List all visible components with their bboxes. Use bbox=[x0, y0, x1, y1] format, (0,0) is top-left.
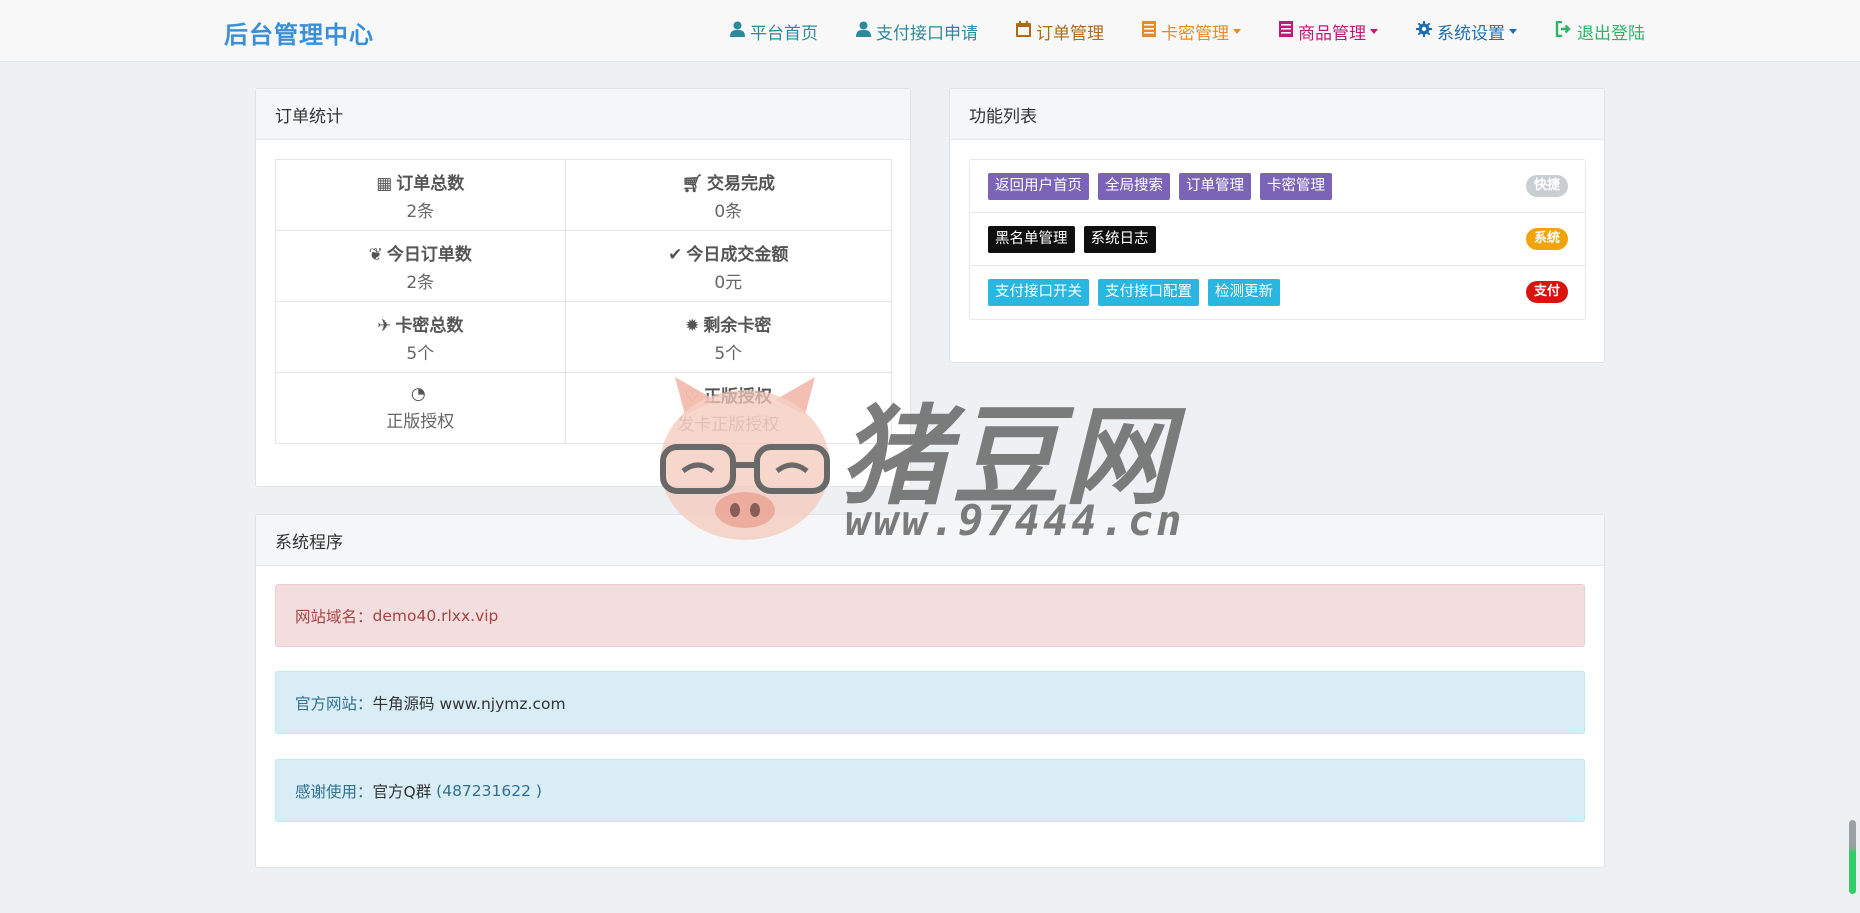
nav-item-products[interactable]: 商品管理 bbox=[1279, 19, 1378, 44]
stat-value: 0元 bbox=[714, 272, 743, 293]
stat-cell-today-amount: ✔ 今日成交金额 0元 bbox=[564, 230, 893, 302]
badge-system: 系统 bbox=[1525, 228, 1568, 250]
user-icon bbox=[856, 21, 871, 41]
stat-label: 剩余卡密 bbox=[703, 315, 772, 336]
btn-order-management[interactable]: 订单管理 bbox=[1179, 172, 1251, 200]
stat-value: 5个 bbox=[714, 343, 743, 364]
calendar-icon bbox=[1016, 21, 1031, 41]
stat-label: 交易完成 bbox=[707, 173, 776, 194]
leaf-icon: ❦ bbox=[368, 244, 383, 265]
stat-label: 订单总数 bbox=[396, 173, 465, 194]
nav-label: 订单管理 bbox=[1036, 23, 1104, 44]
btn-return-user-home[interactable]: 返回用户首页 bbox=[988, 172, 1089, 200]
function-list: 返回用户首页 全局搜索 订单管理 卡密管理 快捷 黑名单管理 系统日志 系统 支… bbox=[969, 159, 1586, 320]
chevron-down-icon bbox=[1509, 28, 1517, 34]
btn-check-update[interactable]: 检测更新 bbox=[1208, 279, 1280, 306]
btn-blacklist-management[interactable]: 黑名单管理 bbox=[988, 225, 1075, 253]
thanks-alert: 感谢使用： 官方Q群 (487231622 ) bbox=[275, 759, 1585, 822]
stat-label: 今日成交金额 bbox=[686, 244, 789, 265]
chevron-down-icon bbox=[1370, 28, 1378, 34]
page-scrollbar[interactable] bbox=[1849, 820, 1856, 894]
stat-value: 正版授权 bbox=[386, 412, 455, 432]
nav-label: 退出登陆 bbox=[1577, 23, 1645, 44]
badge-shortcut: 快捷 bbox=[1525, 175, 1568, 197]
top-navbar: 后台管理中心 平台首页 支付接口申请 订单管理 卡密管理 商品管理 系统设置 退… bbox=[0, 0, 1860, 62]
btn-system-log[interactable]: 系统日志 bbox=[1083, 225, 1156, 253]
domain-value: demo40.rlxx.vip bbox=[372, 606, 499, 625]
logout-icon bbox=[1555, 20, 1572, 41]
thanks-label: 感谢使用： bbox=[295, 782, 373, 801]
nav-item-logout[interactable]: 退出登陆 bbox=[1555, 19, 1645, 44]
stat-label: 卡密总数 bbox=[395, 315, 464, 336]
domain-label: 网站域名： bbox=[295, 607, 373, 626]
nav-label: 卡密管理 bbox=[1161, 23, 1229, 44]
order-stats-panel: 订单统计 ▦ 订单总数 2条 🛒︎ 交易完成 0条 ❦ 今日订单数 2条 ✔ 今日成交金… bbox=[255, 88, 911, 487]
list-icon bbox=[1142, 21, 1156, 41]
list-icon bbox=[1279, 21, 1293, 41]
site-label: 官方网站： bbox=[295, 694, 373, 713]
domain-alert: 网站域名： demo40.rlxx.vip bbox=[275, 584, 1585, 647]
heart-icon: ♡ bbox=[684, 386, 700, 407]
order-stats-table: ▦ 订单总数 2条 🛒︎ 交易完成 0条 ❦ 今日订单数 2条 ✔ 今日成交金额 0元 … bbox=[275, 159, 893, 444]
stat-label: 正版授权 bbox=[703, 386, 772, 407]
stat-cell-today-orders: ❦ 今日订单数 2条 bbox=[275, 230, 566, 302]
btn-global-search[interactable]: 全局搜索 bbox=[1098, 172, 1170, 200]
nav-item-system-settings[interactable]: 系统设置 bbox=[1416, 19, 1517, 44]
dashboard-icon: ◔ bbox=[410, 384, 426, 404]
user-icon bbox=[730, 21, 745, 41]
stat-value: 2条 bbox=[406, 201, 435, 222]
main-nav: 平台首页 支付接口申请 订单管理 卡密管理 商品管理 系统设置 退出登陆 bbox=[692, 0, 1645, 62]
qq-group-label: 官方Q群 bbox=[372, 782, 432, 801]
function-list-panel: 功能列表 返回用户首页 全局搜索 订单管理 卡密管理 快捷 黑名单管理 系统日志… bbox=[949, 88, 1605, 363]
panel-title: 系统程序 bbox=[256, 515, 1604, 566]
nav-item-payment-apply[interactable]: 支付接口申请 bbox=[856, 19, 978, 44]
nav-label: 系统设置 bbox=[1437, 23, 1505, 44]
brand-title[interactable]: 后台管理中心 bbox=[224, 15, 374, 50]
stat-value: 0条 bbox=[714, 201, 743, 222]
nav-item-card-keys[interactable]: 卡密管理 bbox=[1142, 19, 1241, 44]
nav-label: 商品管理 bbox=[1298, 23, 1366, 44]
stat-cell-remaining-cards: ✹ 剩余卡密 5个 bbox=[564, 301, 893, 373]
nav-item-platform-home[interactable]: 平台首页 bbox=[730, 19, 818, 44]
panel-title: 订单统计 bbox=[256, 89, 910, 140]
panel-title: 功能列表 bbox=[950, 89, 1604, 140]
function-row-shortcut: 返回用户首页 全局搜索 订单管理 卡密管理 快捷 bbox=[970, 160, 1585, 213]
qq-group-number[interactable]: (487231622 ) bbox=[436, 782, 542, 800]
official-site-alert: 官方网站： 牛角源码 www.njymz.com bbox=[275, 671, 1585, 734]
site-value[interactable]: 牛角源码 www.njymz.com bbox=[373, 692, 566, 714]
cart-icon: 🛒︎ bbox=[681, 173, 704, 194]
sun-icon: ✹ bbox=[685, 315, 700, 336]
btn-payment-config[interactable]: 支付接口配置 bbox=[1098, 279, 1199, 306]
check-icon: ✔ bbox=[668, 244, 683, 265]
function-row-system: 黑名单管理 系统日志 系统 bbox=[970, 213, 1585, 266]
stat-cell-completed: 🛒︎ 交易完成 0条 bbox=[564, 159, 893, 231]
plane-icon: ✈ bbox=[377, 315, 392, 336]
btn-payment-switch[interactable]: 支付接口开关 bbox=[988, 279, 1089, 306]
gear-icon bbox=[1416, 21, 1432, 41]
stat-value: 发卡正版授权 bbox=[677, 414, 780, 435]
chevron-down-icon bbox=[1233, 28, 1241, 34]
grid-icon: ▦ bbox=[376, 173, 393, 194]
system-program-panel: 系统程序 网站域名： demo40.rlxx.vip 官方网站： 牛角源码 ww… bbox=[255, 514, 1605, 868]
nav-item-orders[interactable]: 订单管理 bbox=[1016, 19, 1104, 44]
nav-label: 支付接口申请 bbox=[876, 23, 978, 44]
stat-cell-total-cards: ✈ 卡密总数 5个 bbox=[275, 301, 566, 373]
nav-label: 平台首页 bbox=[750, 23, 818, 44]
stat-cell-total-orders: ▦ 订单总数 2条 bbox=[275, 159, 566, 231]
stat-cell-genuine-license: ♡ 正版授权 发卡正版授权 bbox=[564, 372, 893, 444]
btn-card-key-management[interactable]: 卡密管理 bbox=[1260, 172, 1332, 200]
function-row-payment: 支付接口开关 支付接口配置 检测更新 支付 bbox=[970, 266, 1585, 319]
stat-cell-license: ◔ 正版授权 bbox=[275, 372, 566, 444]
badge-payment: 支付 bbox=[1525, 281, 1568, 303]
stat-value: 2条 bbox=[406, 272, 435, 293]
stat-label: 今日订单数 bbox=[386, 244, 472, 265]
stat-value: 5个 bbox=[406, 343, 435, 364]
